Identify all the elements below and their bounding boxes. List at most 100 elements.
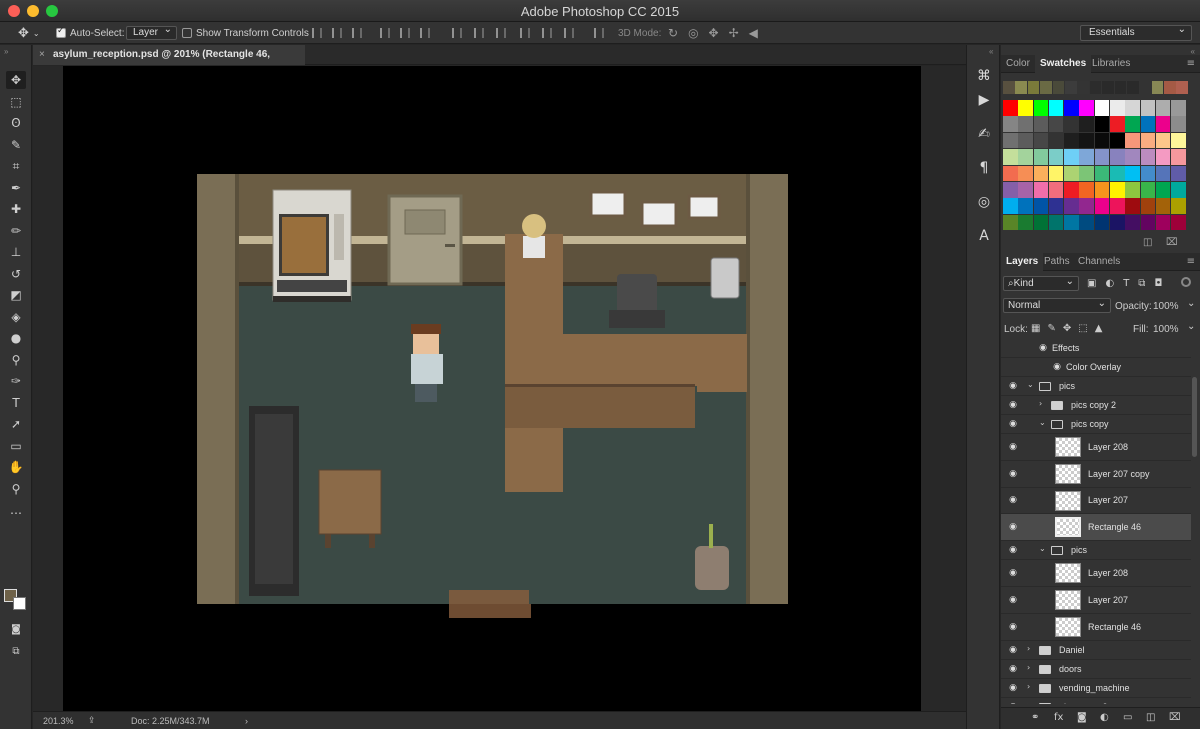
auto-align-icon[interactable]	[594, 28, 604, 38]
swatch[interactable]	[1125, 116, 1140, 132]
swatch[interactable]	[1064, 181, 1079, 198]
distribute-left-icon[interactable]	[520, 28, 530, 38]
swatch[interactable]	[1110, 116, 1125, 132]
swatch[interactable]	[1171, 198, 1186, 214]
layer-row[interactable]: ◉ Layer 207 copy	[1001, 461, 1191, 488]
swatch[interactable]	[1155, 165, 1171, 182]
distribute-right-icon[interactable]	[564, 28, 574, 38]
swatch[interactable]	[1094, 181, 1110, 198]
swatch[interactable]	[1048, 214, 1064, 231]
swatch[interactable]	[1048, 181, 1064, 198]
swatch[interactable]	[1171, 214, 1186, 231]
new-group-icon[interactable]: ▭	[1123, 712, 1132, 723]
expand-group-icon[interactable]: ›	[1027, 663, 1030, 672]
pixel-filter-icon[interactable]: ▣	[1087, 278, 1105, 289]
pen-tool-icon[interactable]: ✑	[6, 372, 26, 390]
swatch[interactable]	[1018, 181, 1033, 198]
layer-row[interactable]: ◉ Layer 207	[1001, 488, 1191, 515]
swatch[interactable]	[1094, 132, 1110, 149]
path-select-tool-icon[interactable]: ➚	[6, 415, 26, 433]
visibility-eye-icon[interactable]: ◉	[1007, 621, 1019, 633]
adjustment-icon[interactable]: ◐	[1100, 712, 1109, 723]
layer-row[interactable]: ◉ Rectangle 46	[1001, 514, 1191, 542]
fill-value[interactable]: 100%	[1153, 324, 1179, 335]
expand-group-icon[interactable]: ›	[1027, 644, 1030, 653]
swatch[interactable]	[1171, 132, 1186, 149]
layer-group-row[interactable]: ◉ ⌄ pics copy	[1001, 415, 1191, 434]
visibility-eye-icon[interactable]: ◉	[1007, 418, 1019, 430]
lock-all-icon[interactable]: ▲	[1095, 323, 1110, 334]
paragraph-icon[interactable]: ¶	[975, 159, 993, 177]
swatch[interactable]	[1003, 181, 1018, 198]
swatch[interactable]	[1018, 165, 1033, 182]
layer-group-row[interactable]: ◉ › Daniel	[1001, 641, 1191, 660]
collapse-toolbar-icon[interactable]: »	[4, 47, 8, 56]
layer-row[interactable]: ◉ Rectangle 46	[1001, 614, 1191, 641]
swatch[interactable]	[1110, 165, 1125, 182]
lock-position-icon[interactable]: ✥	[1063, 323, 1078, 334]
new-swatch-icon[interactable]: ◫	[1143, 237, 1152, 248]
swatch[interactable]	[1064, 214, 1079, 231]
swatch[interactable]	[1171, 181, 1186, 198]
swatch[interactable]	[1040, 81, 1052, 94]
swatch[interactable]	[1079, 100, 1094, 116]
layer-group-row[interactable]: ◉ ⌄ pics	[1001, 377, 1191, 396]
swatch[interactable]	[1027, 81, 1040, 94]
distribute-bottom-icon[interactable]	[496, 28, 506, 38]
3d-slide-icon[interactable]: ✢	[729, 26, 749, 40]
align-right-icon[interactable]	[420, 28, 430, 38]
history-panel-icon[interactable]: ⌘	[975, 67, 993, 85]
align-top-icon[interactable]	[312, 28, 322, 38]
status-menu-arrow[interactable]: ›	[245, 716, 248, 726]
swatch[interactable]	[1125, 132, 1140, 149]
align-hcenter-icon[interactable]	[400, 28, 410, 38]
swatch[interactable]	[1125, 165, 1140, 182]
clone-stamp-tool-icon[interactable]: ⊥	[6, 243, 26, 261]
swatch[interactable]	[1176, 81, 1189, 94]
swatch[interactable]	[1155, 181, 1171, 198]
layer-group-row[interactable]: ◉ › pics copy 2	[1001, 396, 1191, 415]
swatch[interactable]	[1003, 116, 1018, 132]
effect-visibility-eye-icon[interactable]: ◉	[1037, 342, 1049, 354]
swatch[interactable]	[1079, 149, 1094, 165]
swatch[interactable]	[1064, 149, 1079, 165]
workspace-dropdown[interactable]: Essentials	[1080, 23, 1192, 41]
lock-artboard-icon[interactable]: ⬚	[1078, 323, 1094, 334]
healing-brush-tool-icon[interactable]: ✚	[6, 200, 26, 218]
rectangle-tool-icon[interactable]: ▭	[6, 437, 26, 455]
3d-pan-icon[interactable]: ✥	[709, 26, 729, 40]
swatch[interactable]	[1033, 116, 1049, 132]
tab-libraries[interactable]: Libraries	[1087, 55, 1135, 73]
layer-group-row[interactable]: ◉ › plant copy 2	[1001, 698, 1191, 704]
swatch[interactable]	[1064, 100, 1079, 116]
swatch[interactable]	[1089, 81, 1102, 94]
layer-group-row[interactable]: ◉ ⌄ pics	[1001, 541, 1191, 561]
shape-filter-icon[interactable]: ⧉	[1138, 278, 1154, 289]
align-vcenter-icon[interactable]	[332, 28, 342, 38]
swatch[interactable]	[1140, 181, 1156, 198]
visibility-eye-icon[interactable]: ◉	[1007, 567, 1019, 579]
swatch[interactable]	[1018, 198, 1033, 214]
swatch[interactable]	[1155, 214, 1171, 231]
eyedropper-tool-icon[interactable]: ✒	[6, 179, 26, 197]
smart-object-filter-icon[interactable]: ◘	[1154, 278, 1171, 289]
transform-controls-checkbox[interactable]	[182, 28, 192, 38]
expand-group-icon[interactable]: ›	[1027, 682, 1030, 691]
swatch[interactable]	[1094, 149, 1110, 165]
zoom-tool-icon[interactable]: ⚲	[6, 480, 26, 498]
visibility-eye-icon[interactable]: ◉	[1007, 544, 1019, 556]
swatch[interactable]	[1048, 132, 1064, 149]
expand-group-icon[interactable]: ›	[1039, 399, 1042, 408]
marquee-tool-icon[interactable]: ⬚	[6, 93, 26, 111]
distribute-top-icon[interactable]	[452, 28, 462, 38]
brush-tool-icon[interactable]: ✏	[6, 222, 26, 240]
swatch[interactable]	[1102, 81, 1114, 94]
swatch[interactable]	[1003, 132, 1018, 149]
eraser-tool-icon[interactable]: ◩	[6, 286, 26, 304]
swatch[interactable]	[1155, 132, 1171, 149]
adjustment-filter-icon[interactable]: ◐	[1105, 278, 1123, 289]
move-tool-icon[interactable]: ✥	[6, 71, 26, 89]
swatch[interactable]	[1171, 116, 1186, 132]
opacity-chevron-icon[interactable]: ⌄	[1187, 298, 1195, 309]
tab-layers[interactable]: Layers	[1001, 253, 1044, 271]
